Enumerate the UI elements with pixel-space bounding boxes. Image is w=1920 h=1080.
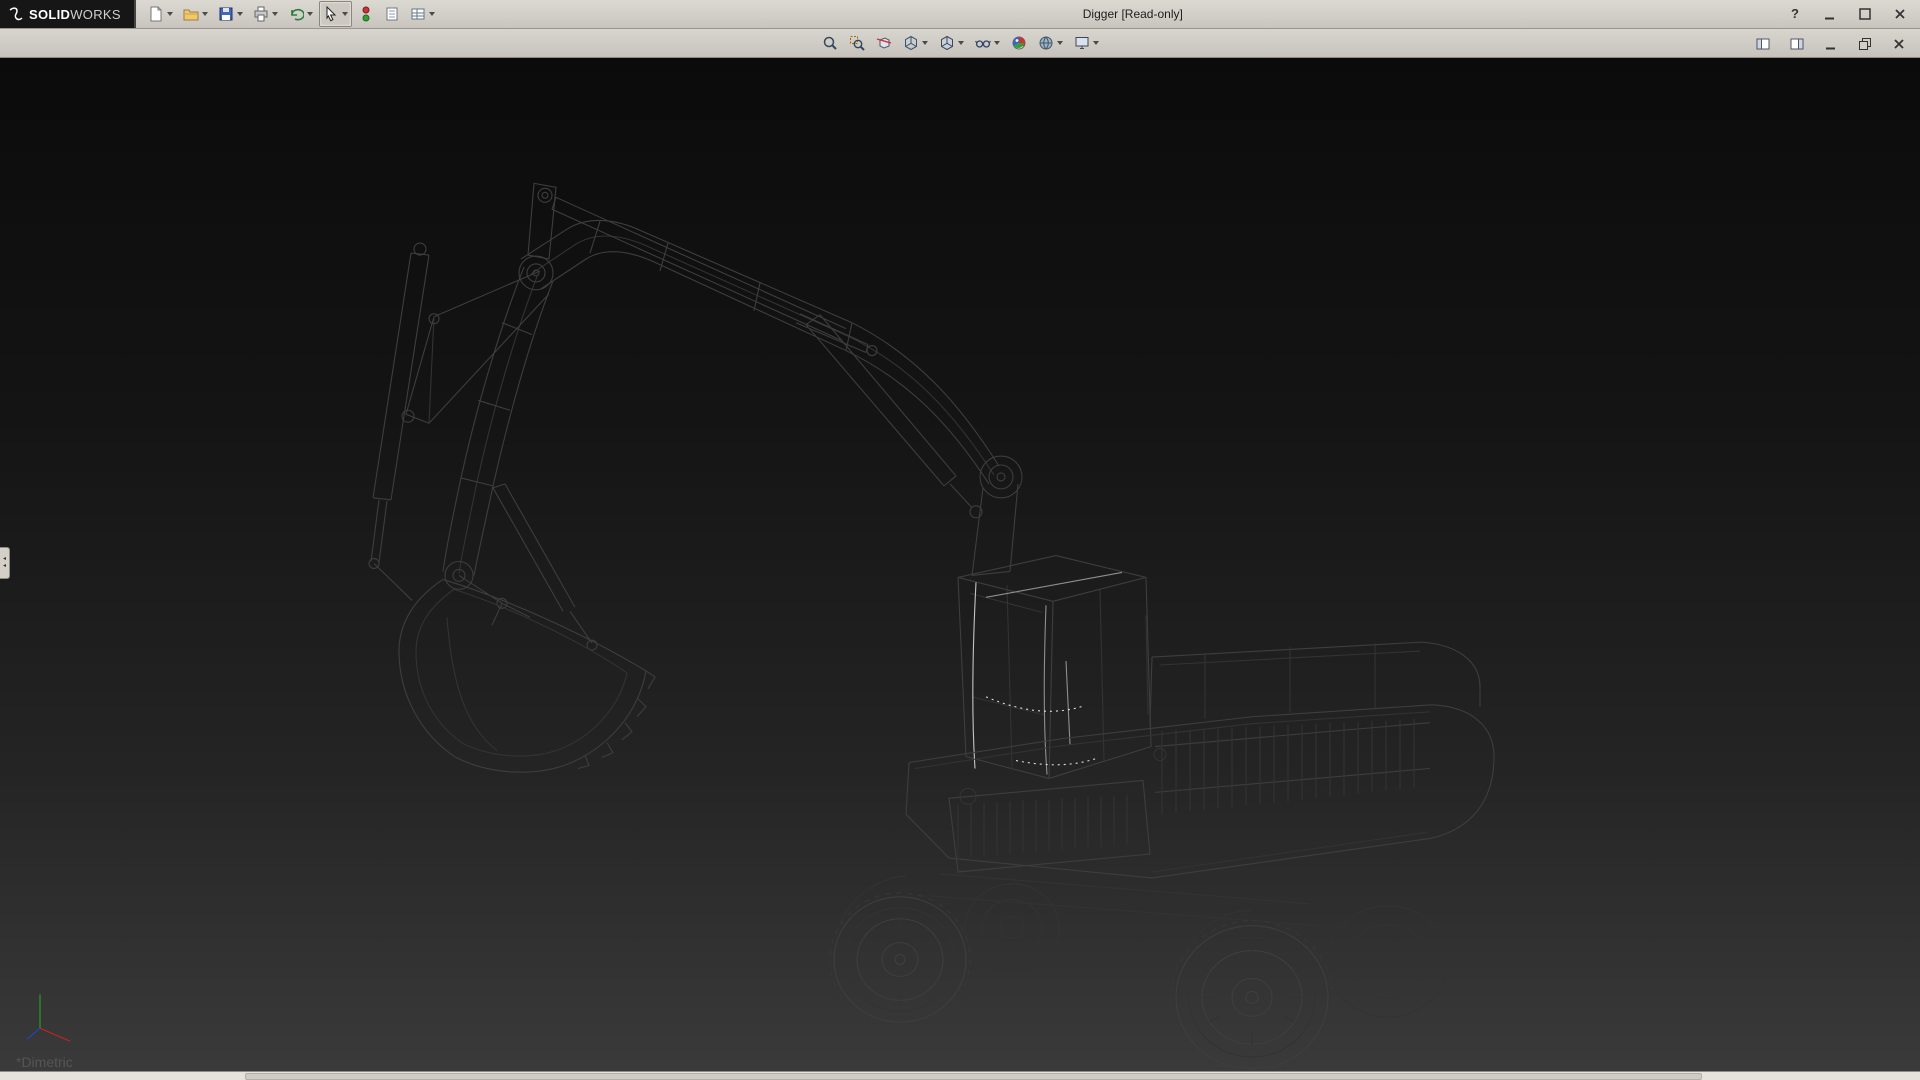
pane-left-button[interactable] xyxy=(1748,32,1778,56)
select-tool-button[interactable] xyxy=(319,1,352,27)
pane-right-button[interactable] xyxy=(1782,32,1812,56)
collapse-arrow-icon: ◂ xyxy=(3,563,6,570)
options-button[interactable] xyxy=(406,1,439,27)
section-view-button[interactable] xyxy=(872,30,896,56)
options-icon xyxy=(410,6,426,22)
minimize-button[interactable] xyxy=(1814,2,1846,26)
panel-collapse-tab[interactable]: ◂ ◂ xyxy=(0,547,10,579)
view-settings-icon xyxy=(1074,35,1090,51)
dassault-systemes-logo-icon xyxy=(8,6,24,22)
view-orientation-label: *Dimetric xyxy=(16,1054,73,1070)
status-strip xyxy=(0,1071,1920,1080)
document-restore-button[interactable] xyxy=(1850,32,1880,56)
print-button[interactable] xyxy=(249,1,282,27)
file-properties-button[interactable] xyxy=(380,1,404,27)
apply-scene-button[interactable] xyxy=(1034,30,1067,56)
dropdown-caret-icon[interactable] xyxy=(342,12,348,16)
dropdown-caret-icon[interactable] xyxy=(958,41,964,45)
minimize-icon xyxy=(1822,6,1838,22)
document-restore-icon xyxy=(1857,36,1873,52)
solidworks-window: SOLIDWORKS Digger [Read-only] ? xyxy=(0,0,1920,1080)
solidworks-logo: SOLIDWORKS xyxy=(0,0,136,28)
document-minimize-button[interactable] xyxy=(1816,32,1846,56)
rebuild-icon xyxy=(358,6,374,22)
dropdown-caret-icon[interactable] xyxy=(307,12,313,16)
help-button[interactable]: ? xyxy=(1779,2,1811,26)
new-document-icon xyxy=(148,6,164,22)
maximize-button[interactable] xyxy=(1849,2,1881,26)
help-glyph: ? xyxy=(1791,6,1799,22)
view-settings-button[interactable] xyxy=(1070,30,1103,56)
pane-right-icon xyxy=(1789,36,1805,52)
title-bar: SOLIDWORKS Digger [Read-only] ? xyxy=(0,0,1920,29)
save-button[interactable] xyxy=(214,1,247,27)
horizontal-scrollbar[interactable] xyxy=(245,1073,1702,1080)
save-icon xyxy=(218,6,234,22)
window-controls: ? xyxy=(1779,2,1916,26)
close-icon xyxy=(1892,6,1908,22)
apply-scene-icon xyxy=(1038,35,1054,51)
pane-left-icon xyxy=(1755,36,1771,52)
quick-access-toolbar xyxy=(144,1,439,27)
new-document-button[interactable] xyxy=(144,1,177,27)
section-view-icon xyxy=(876,35,892,51)
display-style-button[interactable] xyxy=(935,30,968,56)
view-orientation-button[interactable] xyxy=(899,30,932,56)
zoom-to-fit-button[interactable] xyxy=(818,30,842,56)
hide-show-items-icon xyxy=(975,35,991,51)
close-button[interactable] xyxy=(1884,2,1916,26)
excavator-wireframe-model[interactable] xyxy=(369,183,1494,1071)
scene-canvas xyxy=(0,58,1920,1071)
open-document-button[interactable] xyxy=(179,1,212,27)
zoom-to-area-icon xyxy=(849,35,865,51)
open-document-icon xyxy=(183,6,199,22)
select-tool-icon xyxy=(323,6,339,22)
document-minimize-icon xyxy=(1823,36,1839,52)
heads-up-bar xyxy=(0,29,1920,58)
document-close-icon xyxy=(1891,36,1907,52)
display-style-icon xyxy=(939,35,955,51)
dropdown-caret-icon[interactable] xyxy=(922,41,928,45)
zoom-to-area-button[interactable] xyxy=(845,30,869,56)
orientation-triad[interactable] xyxy=(27,994,70,1047)
solidworks-wordmark: SOLIDWORKS xyxy=(29,7,121,22)
dropdown-caret-icon[interactable] xyxy=(1093,41,1099,45)
window-title: Digger [Read-only] xyxy=(1083,7,1183,21)
dropdown-caret-icon[interactable] xyxy=(202,12,208,16)
hide-show-items-button[interactable] xyxy=(971,30,1004,56)
view-orientation-icon xyxy=(903,35,919,51)
dropdown-caret-icon[interactable] xyxy=(429,12,435,16)
view-heads-up-toolbar xyxy=(818,30,1103,56)
document-close-button[interactable] xyxy=(1884,32,1914,56)
document-window-controls xyxy=(1748,32,1914,56)
dropdown-caret-icon[interactable] xyxy=(272,12,278,16)
rebuild-button[interactable] xyxy=(354,1,378,27)
edit-appearance-button[interactable] xyxy=(1007,30,1031,56)
dropdown-caret-icon[interactable] xyxy=(237,12,243,16)
dropdown-caret-icon[interactable] xyxy=(167,12,173,16)
print-icon xyxy=(253,6,269,22)
edit-appearance-icon xyxy=(1011,35,1027,51)
file-properties-icon xyxy=(384,6,400,22)
undo-icon xyxy=(288,6,304,22)
undo-button[interactable] xyxy=(284,1,317,27)
dropdown-caret-icon[interactable] xyxy=(994,41,1000,45)
graphics-viewport[interactable]: *Dimetric ◂ ◂ xyxy=(0,58,1920,1071)
collapse-arrow-icon: ◂ xyxy=(3,556,6,563)
dropdown-caret-icon[interactable] xyxy=(1057,41,1063,45)
maximize-icon xyxy=(1857,6,1873,22)
zoom-to-fit-icon xyxy=(822,35,838,51)
